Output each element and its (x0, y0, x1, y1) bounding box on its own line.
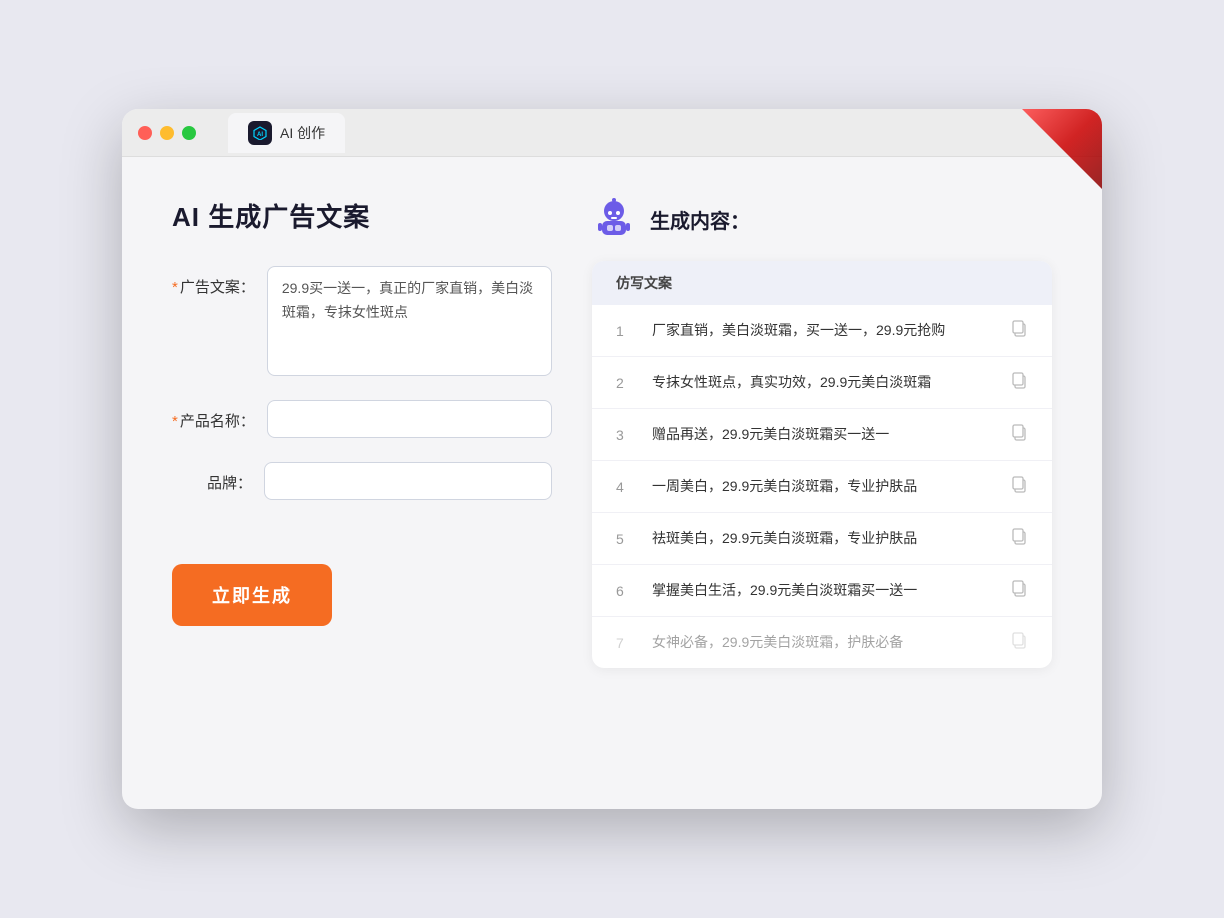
result-text: 厂家直销，美白淡斑霜，买一送一，29.9元抢购 (652, 320, 994, 341)
product-name-label: *产品名称： (172, 400, 255, 431)
result-number: 7 (616, 635, 636, 651)
required-star-2: * (172, 413, 178, 430)
result-row: 4 一周美白，29.9元美白淡斑霜，专业护肤品 (592, 461, 1052, 513)
results-list: 1 厂家直销，美白淡斑霜，买一送一，29.9元抢购 2 专抹女性斑点，真实功效，29.… (592, 305, 1052, 668)
copy-icon[interactable] (1010, 371, 1028, 394)
result-row: 7 女神必备，29.9元美白淡斑霜，护肤必备 (592, 617, 1052, 668)
brand-label: 品牌： (172, 462, 252, 493)
ai-tab[interactable]: AI AI 创作 (228, 113, 345, 153)
result-row: 6 掌握美白生活，29.9元美白淡斑霜买一送一 (592, 565, 1052, 617)
traffic-lights (138, 126, 196, 140)
result-row: 3 赠品再送，29.9元美白淡斑霜买一送一 (592, 409, 1052, 461)
right-title: 生成内容： (650, 205, 750, 234)
ad-copy-label: *广告文案： (172, 266, 255, 297)
result-text: 一周美白，29.9元美白淡斑霜，专业护肤品 (652, 476, 994, 497)
required-star-1: * (172, 279, 178, 296)
right-header: 生成内容： (592, 197, 1052, 241)
copy-icon[interactable] (1010, 423, 1028, 446)
maximize-button[interactable] (182, 126, 196, 140)
left-panel: AI 生成广告文案 *广告文案： 29.9买一送一，真正的厂家直销，美白淡斑霜，… (172, 197, 552, 767)
product-name-input[interactable]: 美白淡斑霜 (267, 400, 552, 438)
copy-icon[interactable] (1010, 319, 1028, 342)
result-row: 2 专抹女性斑点，真实功效，29.9元美白淡斑霜 (592, 357, 1052, 409)
copy-icon[interactable] (1010, 631, 1028, 654)
brand-input[interactable]: 好白 (264, 462, 552, 500)
page-title: AI 生成广告文案 (172, 197, 552, 234)
brand-group: 品牌： 好白 (172, 462, 552, 500)
result-number: 6 (616, 583, 636, 599)
copy-icon[interactable] (1010, 579, 1028, 602)
close-button[interactable] (138, 126, 152, 140)
browser-titlebar: AI AI 创作 (122, 109, 1102, 157)
ad-copy-input[interactable]: 29.9买一送一，真正的厂家直销，美白淡斑霜，专抹女性斑点 (267, 266, 552, 376)
result-text: 专抹女性斑点，真实功效，29.9元美白淡斑霜 (652, 372, 994, 393)
svg-text:AI: AI (257, 132, 263, 138)
result-text: 掌握美白生活，29.9元美白淡斑霜买一送一 (652, 580, 994, 601)
ad-copy-group: *广告文案： 29.9买一送一，真正的厂家直销，美白淡斑霜，专抹女性斑点 (172, 266, 552, 376)
tab-icon: AI (248, 121, 272, 145)
result-number: 3 (616, 427, 636, 443)
browser-content: AI 生成广告文案 *广告文案： 29.9买一送一，真正的厂家直销，美白淡斑霜，… (122, 157, 1102, 807)
result-number: 2 (616, 375, 636, 391)
generate-button[interactable]: 立即生成 (172, 564, 332, 626)
right-panel: 生成内容： 仿写文案 1 厂家直销，美白淡斑霜，买一送一，29.9元抢购 2 专抹女性… (592, 197, 1052, 767)
result-text: 女神必备，29.9元美白淡斑霜，护肤必备 (652, 632, 994, 653)
result-text: 祛斑美白，29.9元美白淡斑霜，专业护肤品 (652, 528, 994, 549)
minimize-button[interactable] (160, 126, 174, 140)
result-number: 4 (616, 479, 636, 495)
result-row: 5 祛斑美白，29.9元美白淡斑霜，专业护肤品 (592, 513, 1052, 565)
tab-label: AI 创作 (280, 123, 325, 143)
result-text: 赠品再送，29.9元美白淡斑霜买一送一 (652, 424, 994, 445)
copy-icon[interactable] (1010, 527, 1028, 550)
browser-window: AI AI 创作 AI 生成广告文案 *广告文案： 29.9买一送一，真正的厂家… (122, 109, 1102, 809)
result-number: 1 (616, 323, 636, 339)
results-container: 仿写文案 1 厂家直销，美白淡斑霜，买一送一，29.9元抢购 2 专抹女性斑点，真实功… (592, 261, 1052, 668)
result-number: 5 (616, 531, 636, 547)
result-row: 1 厂家直销，美白淡斑霜，买一送一，29.9元抢购 (592, 305, 1052, 357)
robot-icon (592, 197, 636, 241)
product-name-group: *产品名称： 美白淡斑霜 (172, 400, 552, 438)
results-header: 仿写文案 (592, 261, 1052, 305)
copy-icon[interactable] (1010, 475, 1028, 498)
